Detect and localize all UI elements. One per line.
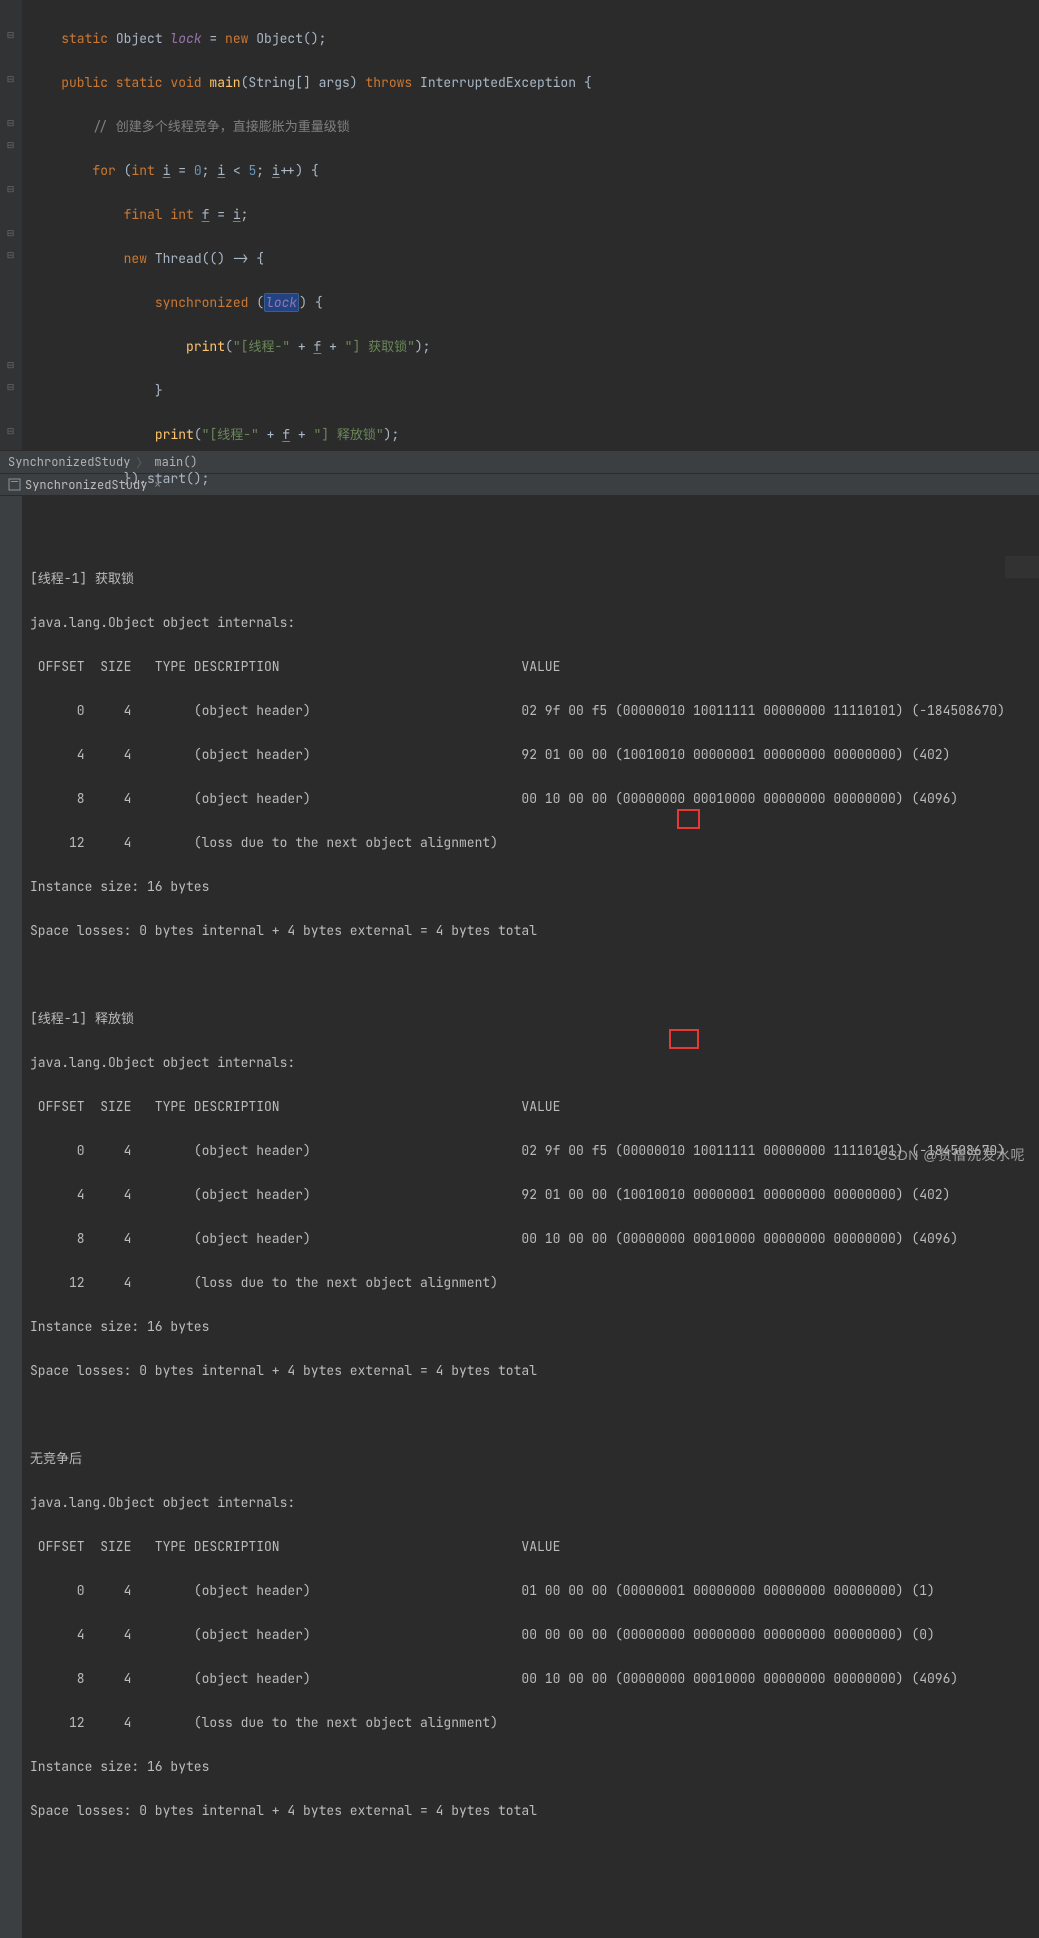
highlight-box-1	[677, 809, 700, 829]
breadcrumb-item[interactable]: SynchronizedStudy	[8, 454, 130, 470]
editor-gutter: ⊟ ⊟ ⊟ ⊟ ⊟ ⊟ ⊟ ⊟ ⊟ ⊟	[0, 0, 22, 450]
close-icon[interactable]: ✕	[154, 478, 161, 492]
breadcrumb-item[interactable]: main()	[154, 454, 197, 470]
kw-static: static	[61, 30, 116, 47]
code-content[interactable]: static Object lock = new Object(); publi…	[22, 0, 1039, 450]
watermark: CSDN @贫僧洗发水呢	[877, 1145, 1025, 1165]
console-line: [线程-1] 获取锁	[30, 568, 1005, 590]
highlight-box-2	[669, 1029, 699, 1049]
run-config-icon	[8, 478, 21, 491]
console-gutter	[0, 496, 22, 1938]
console-output[interactable]: [线程-1] 获取锁 java.lang.Object object inter…	[22, 496, 1005, 1938]
run-tab-label: SynchronizedStudy	[25, 477, 147, 493]
code-editor[interactable]: ⊟ ⊟ ⊟ ⊟ ⊟ ⊟ ⊟ ⊟ ⊟ ⊟ static Object lock =…	[0, 0, 1039, 450]
chevron-right-icon: 〉	[136, 454, 148, 471]
comment: // 创建多个线程竞争，直接膨胀为重量级锁	[92, 118, 349, 135]
